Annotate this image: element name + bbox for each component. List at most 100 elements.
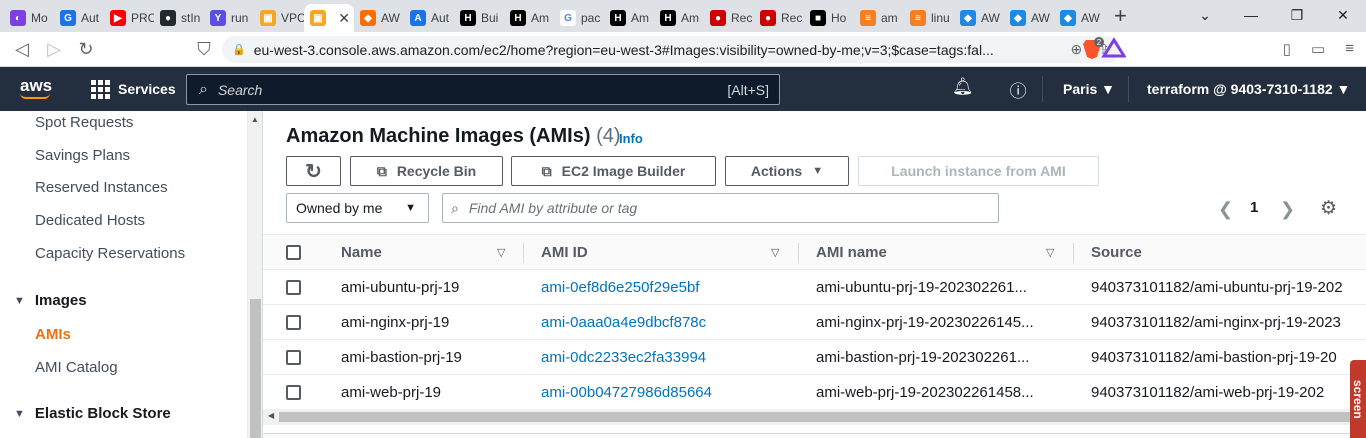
gear-icon[interactable]: ⚙ bbox=[1320, 197, 1337, 220]
browser-tab[interactable]: H Am bbox=[654, 4, 704, 32]
browser-tab[interactable]: ◆ AW bbox=[1054, 4, 1104, 32]
aws-logo[interactable]: aws bbox=[20, 76, 56, 99]
browser-tab[interactable]: ◆ AW bbox=[1004, 4, 1054, 32]
forward-icon[interactable]: ▷ bbox=[38, 39, 70, 60]
column-header-ami-name[interactable]: AMI name bbox=[816, 244, 887, 261]
browser-tab[interactable]: ▶ PRC bbox=[104, 4, 154, 32]
column-header-ami-id[interactable]: AMI ID bbox=[541, 244, 588, 261]
sidebar-item-amis[interactable]: AMIs bbox=[35, 326, 71, 343]
external-link-icon: ⧉ bbox=[376, 162, 387, 179]
column-header-source[interactable]: Source bbox=[1091, 244, 1142, 261]
menu-icon[interactable]: ≡ bbox=[1345, 40, 1354, 58]
tab-search-icon[interactable]: ⌄ bbox=[1182, 0, 1228, 30]
region-selector[interactable]: Paris ▼ bbox=[1063, 81, 1115, 97]
browser-tab[interactable]: ▣ VPC bbox=[254, 4, 304, 32]
scroll-up-icon[interactable]: ▲ bbox=[251, 115, 259, 124]
help-icon[interactable]: ⓘ bbox=[1010, 77, 1027, 102]
aws-search-input[interactable]: ⌕ Search [Alt+S] bbox=[186, 74, 780, 105]
browser-tab[interactable]: ● Rec bbox=[704, 4, 754, 32]
table-row[interactable]: ami-web-prj-19 ami-00b04727986d85664 ami… bbox=[263, 375, 1366, 410]
sidebar-item-capacity-reservations[interactable]: Capacity Reservations bbox=[35, 245, 185, 262]
actions-button[interactable]: Actions ▼ bbox=[725, 156, 849, 186]
column-header-name[interactable]: Name bbox=[341, 244, 382, 261]
row-checkbox[interactable] bbox=[286, 315, 301, 330]
sort-icon[interactable]: ▽ bbox=[497, 246, 505, 259]
sidebar-item-savings-plans[interactable]: Savings Plans bbox=[35, 147, 130, 164]
close-tab-icon[interactable]: ✕ bbox=[338, 10, 350, 27]
scroll-left-icon[interactable]: ◀ bbox=[268, 411, 274, 420]
reload-icon[interactable]: ↻ bbox=[70, 39, 102, 60]
browser-tab[interactable]: Yrun bbox=[204, 4, 254, 32]
scrollbar-thumb[interactable] bbox=[250, 299, 261, 438]
sidebar-section-ebs[interactable]: ▼ Elastic Block Store bbox=[14, 405, 171, 422]
browser-tab[interactable]: ◐ Mo bbox=[4, 4, 54, 32]
next-page-icon[interactable]: ❯ bbox=[1280, 199, 1295, 220]
row-checkbox[interactable] bbox=[286, 280, 301, 295]
row-checkbox[interactable] bbox=[286, 385, 301, 400]
brave-lion-icon[interactable]: 2 bbox=[1082, 36, 1127, 60]
account-menu[interactable]: terraform @ 9403-7310-1182 ▼ bbox=[1147, 81, 1350, 97]
minimize-icon[interactable]: — bbox=[1228, 0, 1274, 30]
table-row[interactable]: ami-ubuntu-prj-19 ami-0ef8d6e250f29e5bf … bbox=[263, 270, 1366, 305]
grid-icon bbox=[91, 79, 110, 99]
wallet-icon[interactable]: ▭ bbox=[1311, 40, 1325, 58]
scrollbar-thumb[interactable] bbox=[279, 412, 1366, 422]
aws-logo-text: aws bbox=[20, 76, 53, 95]
close-window-icon[interactable]: ✕ bbox=[1320, 0, 1366, 30]
table-horizontal-scrollbar[interactable]: ◀ bbox=[263, 409, 1366, 425]
browser-tab[interactable]: ◆ AW bbox=[954, 4, 1004, 32]
browser-tab[interactable]: H Am bbox=[604, 4, 654, 32]
screencast-badge[interactable]: screen bbox=[1350, 360, 1366, 438]
browser-tab[interactable]: ● Rec bbox=[754, 4, 804, 32]
cell-ami-id-link[interactable]: ami-0ef8d6e250f29e5bf bbox=[541, 279, 699, 296]
bookmark-icon[interactable]: ⛉ bbox=[188, 39, 220, 60]
table-row[interactable]: ami-bastion-prj-19 ami-0dc2233ec2fa33994… bbox=[263, 340, 1366, 375]
sidebar-scrollbar[interactable]: ▲ bbox=[248, 111, 263, 438]
sort-icon[interactable]: ▽ bbox=[771, 246, 779, 259]
sidebar-item-ami-catalog[interactable]: AMI Catalog bbox=[35, 359, 118, 376]
row-checkbox[interactable] bbox=[286, 350, 301, 365]
image-builder-button[interactable]: ⧉ EC2 Image Builder bbox=[511, 156, 716, 186]
sidebar-icon[interactable]: ▯ bbox=[1283, 40, 1291, 58]
owner-filter-select[interactable]: Owned by me ▼ bbox=[286, 193, 429, 223]
info-link[interactable]: Info bbox=[619, 131, 643, 146]
services-menu[interactable]: Services bbox=[91, 79, 176, 99]
browser-tab[interactable]: ● stIn bbox=[154, 4, 204, 32]
bell-icon[interactable]: 🔔︎ bbox=[952, 77, 974, 102]
launch-instance-button[interactable]: Launch instance from AMI bbox=[858, 156, 1099, 186]
browser-tab[interactable]: H Am bbox=[504, 4, 554, 32]
sidebar-item-spot-requests[interactable]: Spot Requests bbox=[35, 114, 133, 131]
page-number[interactable]: 1 bbox=[1250, 199, 1258, 216]
sidebar-item-dedicated-hosts[interactable]: Dedicated Hosts bbox=[35, 212, 145, 229]
url-field[interactable]: 🔒 eu-west-3.console.aws.amazon.com/ec2/h… bbox=[222, 36, 1120, 63]
cell-ami-id-link[interactable]: ami-0dc2233ec2fa33994 bbox=[541, 349, 706, 366]
sidebar-section-images[interactable]: ▼ Images bbox=[14, 292, 87, 309]
prev-page-icon[interactable]: ❮ bbox=[1218, 199, 1233, 220]
browser-tab[interactable]: ▣ ✕ bbox=[304, 4, 354, 32]
table-row[interactable]: ami-nginx-prj-19 ami-0aaa0a4e9dbcf878c a… bbox=[263, 305, 1366, 340]
back-icon[interactable]: ◁ bbox=[6, 39, 38, 60]
sort-icon[interactable]: ▽ bbox=[1046, 246, 1054, 259]
ami-search-input[interactable]: ⌕ Find AMI by attribute or tag bbox=[442, 193, 999, 223]
tab-favicon-icon: A bbox=[410, 10, 426, 26]
refresh-button[interactable]: ↻ bbox=[286, 156, 341, 186]
search-placeholder: Search bbox=[217, 81, 263, 98]
browser-tab[interactable]: ≡ am bbox=[854, 4, 904, 32]
browser-tab[interactable]: H Bui bbox=[454, 4, 504, 32]
browser-tab[interactable]: Gpac bbox=[554, 4, 604, 32]
restore-icon[interactable]: ❐ bbox=[1274, 0, 1320, 30]
sidebar-item-reserved-instances[interactable]: Reserved Instances bbox=[35, 179, 168, 196]
browser-tab[interactable]: ≡ linu bbox=[904, 4, 954, 32]
new-tab-button[interactable]: + bbox=[1114, 3, 1127, 29]
caret-down-icon: ▼ bbox=[14, 294, 25, 307]
browser-tab[interactable]: A Aut bbox=[404, 4, 454, 32]
cell-ami-id-link[interactable]: ami-0aaa0a4e9dbcf878c bbox=[541, 314, 706, 331]
browser-tab[interactable]: ◆ AW bbox=[354, 4, 404, 32]
browser-tab[interactable]: G Aut bbox=[54, 4, 104, 32]
recycle-bin-button[interactable]: ⧉ Recycle Bin bbox=[350, 156, 503, 186]
brave-shields[interactable]: 2 bbox=[1082, 36, 1127, 65]
cell-ami-id-link[interactable]: ami-00b04727986d85664 bbox=[541, 384, 712, 401]
zoom-icon[interactable]: ⊕ bbox=[1071, 41, 1083, 58]
select-all-checkbox[interactable] bbox=[286, 245, 301, 260]
browser-tab[interactable]: ■ Ho bbox=[804, 4, 854, 32]
